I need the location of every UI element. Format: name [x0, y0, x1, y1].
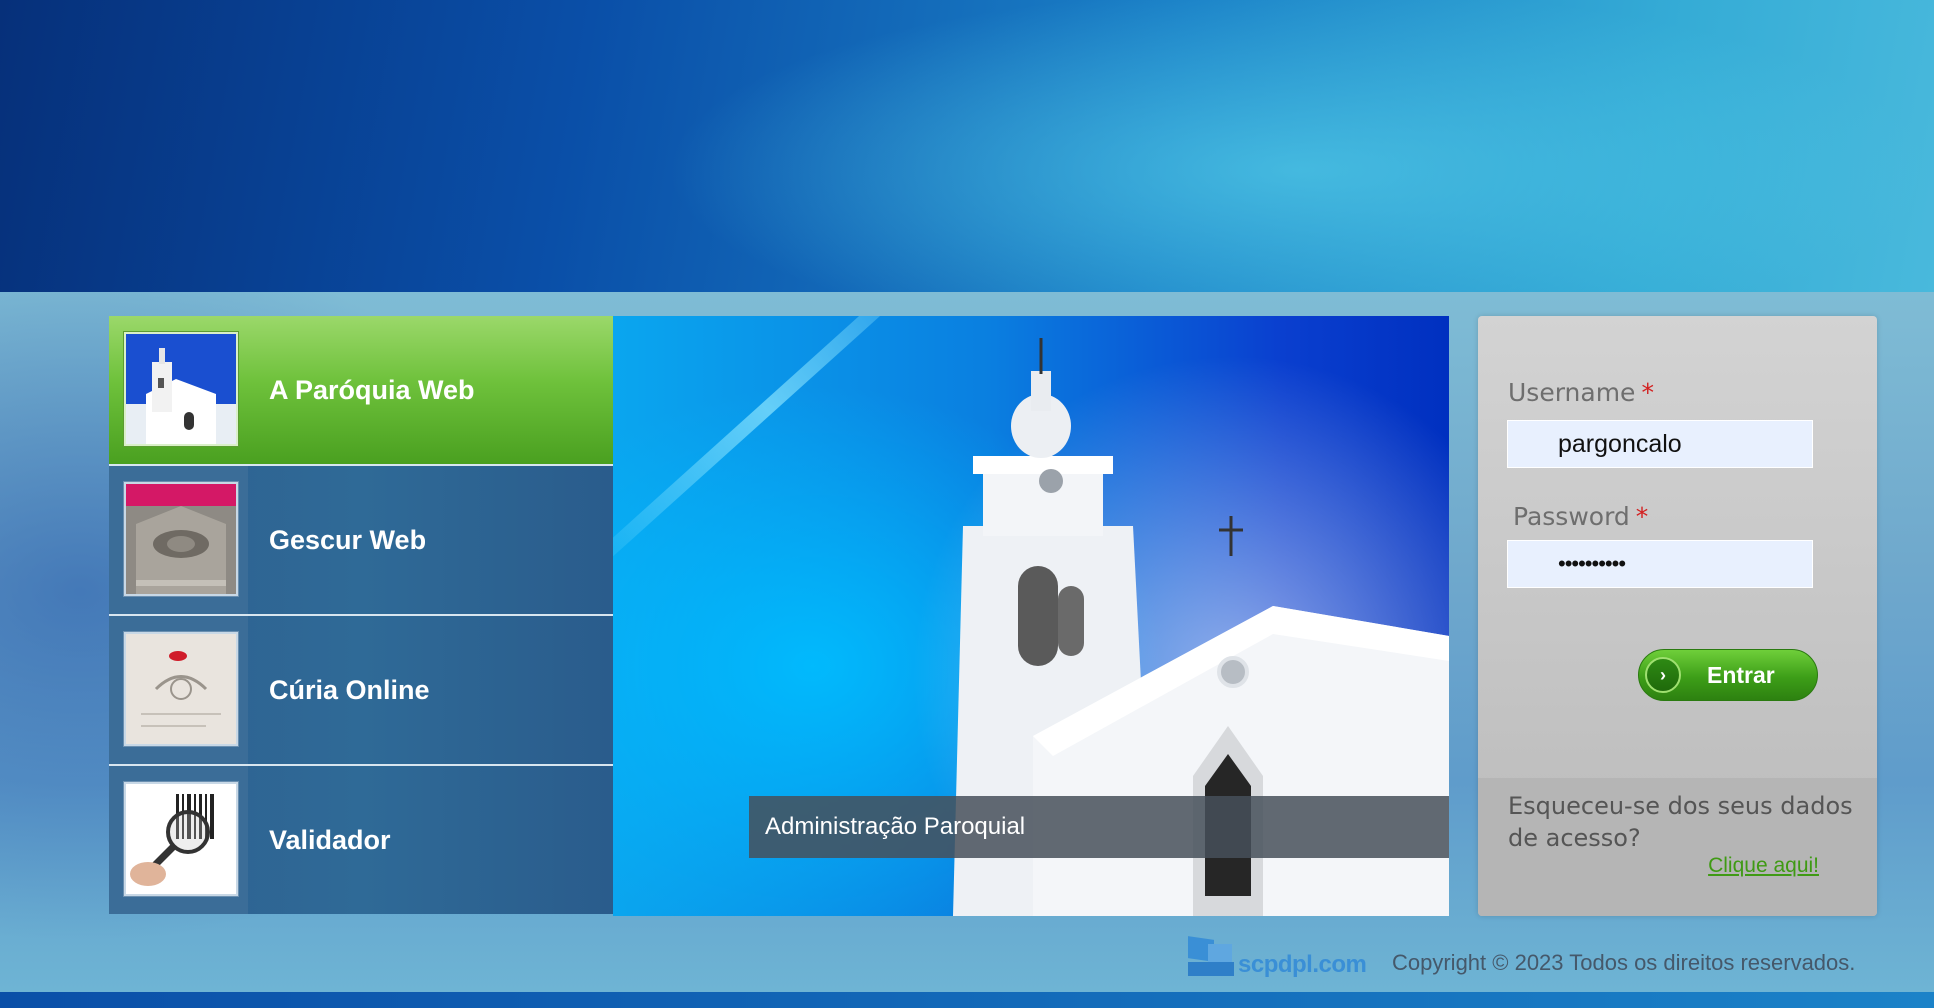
nav-thumb-column	[109, 616, 248, 764]
username-input[interactable]: pargoncalo	[1507, 420, 1813, 468]
nav-thumb-column	[109, 316, 248, 464]
nav-item-label: Validador	[269, 825, 391, 855]
logo-mark-icon	[1188, 936, 1236, 978]
nav-item-label: Cúria Online	[269, 675, 430, 705]
nav-item-label: A Paróquia Web	[269, 375, 475, 405]
nav-item-gescur-web[interactable]: Gescur Web	[109, 466, 613, 614]
nav-item-paroquia-web[interactable]: A Paróquia Web	[109, 316, 647, 464]
forgot-credentials-text: Esqueceu-se dos seus dados de acesso?	[1508, 792, 1853, 852]
login-panel: Username * pargoncalo Password * •••••••••…	[1478, 316, 1877, 916]
forgot-credentials-section: Esqueceu-se dos seus dados de acesso? Cl…	[1478, 778, 1877, 916]
login-button[interactable]: › Entrar	[1638, 649, 1818, 701]
nav-item-curia-online[interactable]: Cúria Online	[109, 616, 613, 764]
hero-caption: Administração Paroquial	[749, 796, 1449, 858]
required-mark: *	[1641, 378, 1654, 407]
app-nav: A Paróquia Web Gescur Web Cúria Online V…	[109, 316, 647, 916]
church-thumbnail	[124, 332, 238, 446]
username-label: Username *	[1508, 378, 1654, 407]
document-seal-thumbnail	[124, 632, 238, 746]
password-input[interactable]: ••••••••••	[1507, 540, 1813, 588]
password-label: Password *	[1513, 502, 1648, 531]
login-button-label: Entrar	[1707, 662, 1775, 688]
password-value: ••••••••••	[1558, 551, 1626, 576]
logo-wordmark: scpdpl.com	[1238, 951, 1367, 978]
nav-item-validador[interactable]: Validador	[109, 766, 613, 914]
barcode-magnifier-thumbnail	[124, 782, 238, 896]
nav-thumb-column	[109, 766, 248, 914]
copyright-text: Copyright © 2023 Todos os direitos reser…	[1392, 950, 1856, 975]
forgot-credentials-link[interactable]: Clique aqui!	[1708, 854, 1819, 878]
arrow-right-icon: ›	[1645, 657, 1681, 693]
username-label-text: Username	[1508, 378, 1636, 407]
username-value: pargoncalo	[1558, 430, 1682, 458]
header-banner	[0, 0, 1934, 292]
required-mark: *	[1635, 502, 1649, 531]
scpdpl-logo[interactable]: scpdpl.com	[1188, 936, 1368, 978]
nav-item-label: Gescur Web	[269, 525, 427, 555]
bottom-strip	[0, 992, 1934, 1008]
hero-image: Administração Paroquial	[613, 316, 1449, 916]
nav-thumb-column	[109, 466, 248, 614]
password-label-text: Password	[1513, 502, 1630, 531]
stone-facade-thumbnail	[124, 482, 238, 596]
